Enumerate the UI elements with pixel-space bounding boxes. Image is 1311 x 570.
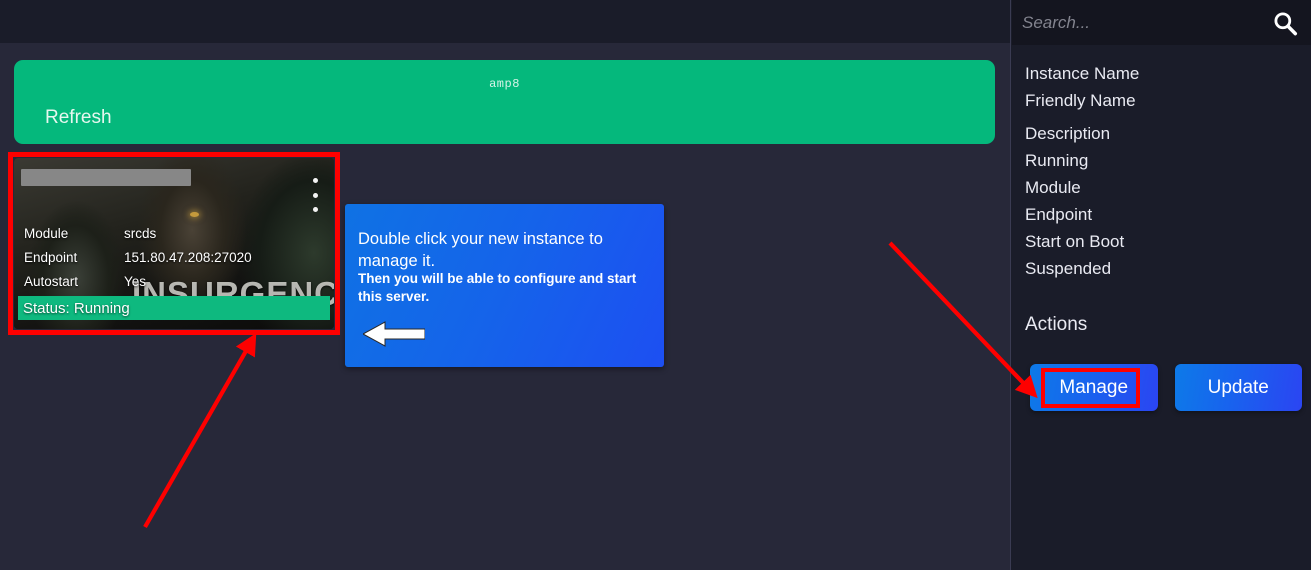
instance-property-list: Instance Name Friendly Name Description … — [1025, 60, 1300, 282]
callout-subtext: Then you will be able to configure and s… — [358, 271, 637, 304]
search-icon[interactable] — [1270, 8, 1300, 38]
kebab-menu-icon[interactable] — [307, 178, 323, 212]
property-module: Module — [1025, 178, 1081, 197]
property-running: Running — [1025, 151, 1089, 170]
main-content-pane: amp8 Refresh INSURGENC Module srcds Endp… — [0, 43, 1010, 570]
property-start-on-boot: Start on Boot — [1025, 232, 1125, 251]
status-badge: Status: Running — [18, 296, 330, 320]
table-row: Endpoint 151.80.47.208:27020 — [14, 246, 334, 270]
detail-key: Endpoint — [24, 250, 78, 265]
search-bar[interactable] — [1012, 0, 1311, 45]
property-suspended: Suspended — [1025, 259, 1112, 278]
detail-key: Autostart — [24, 274, 79, 289]
instance-card[interactable]: INSURGENC Module srcds Endpoint 151.80.4… — [14, 158, 334, 329]
actions-heading: Actions — [1025, 314, 1088, 335]
property-friendly-name: Friendly Name — [1025, 91, 1136, 110]
instance-card-details: Module srcds Endpoint 151.80.47.208:2702… — [14, 222, 334, 294]
instance-code-label: amp8 — [489, 77, 520, 91]
detail-value: 151.80.47.208:27020 — [124, 250, 252, 265]
detail-key: Module — [24, 226, 69, 241]
table-row: Module srcds — [14, 222, 334, 246]
instance-name-redaction-bar — [21, 169, 191, 186]
update-button[interactable]: Update — [1174, 364, 1302, 411]
app-window: amp8 Refresh INSURGENC Module srcds Endp… — [0, 0, 1311, 570]
detail-value: srcds — [124, 226, 157, 241]
detail-value: Yes — [124, 274, 147, 289]
instance-card-wrapper[interactable]: INSURGENC Module srcds Endpoint 151.80.4… — [8, 152, 340, 335]
table-row: Autostart Yes — [14, 270, 334, 294]
search-input[interactable] — [1022, 12, 1270, 33]
property-endpoint: Endpoint — [1025, 205, 1093, 224]
instance-details-sidebar: Instance Name Friendly Name Description … — [1010, 0, 1311, 570]
refresh-button-label[interactable]: Refresh — [45, 107, 112, 129]
refresh-banner[interactable]: amp8 Refresh — [14, 60, 995, 144]
manage-button-red-highlight — [1041, 368, 1140, 408]
property-instance-name: Instance Name — [1025, 64, 1140, 83]
arrow-left-icon — [363, 321, 425, 347]
instruction-callout: Double click your new instance to manage… — [345, 204, 664, 367]
callout-headline: Double click your new instance to manage… — [358, 230, 603, 270]
property-description: Description — [1025, 124, 1111, 143]
